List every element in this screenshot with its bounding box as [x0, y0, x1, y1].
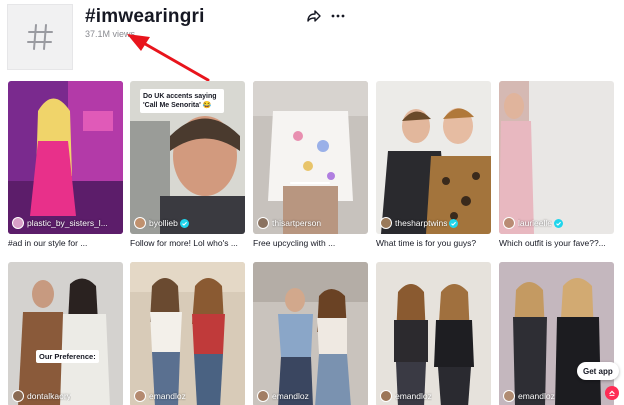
author-name: laurieelle: [518, 218, 553, 228]
video-author[interactable]: emandloz: [380, 390, 432, 402]
video-caption[interactable]: #ad in our style for ...: [8, 238, 123, 248]
avatar: [257, 217, 269, 229]
author-name: emandloz: [149, 391, 186, 401]
author-name: byollieb: [149, 218, 178, 228]
avatar: [380, 390, 392, 402]
video-caption[interactable]: Which outfit is your fave??...: [499, 238, 614, 248]
author-name: emandloz: [395, 391, 432, 401]
share-icon[interactable]: [306, 8, 322, 24]
avatar: [12, 217, 24, 229]
get-app-button[interactable]: Get app: [577, 362, 619, 380]
video-author[interactable]: thesharptwins: [380, 217, 459, 229]
video-card[interactable]: laurieelle Which outfit is your fave??..…: [499, 81, 614, 248]
video-card[interactable]: emandloz: [253, 262, 368, 405]
video-card[interactable]: emandloz: [499, 262, 614, 405]
video-overlay-text: Our Preference:: [36, 350, 99, 363]
author-name: thesharptwins: [395, 218, 448, 228]
video-card[interactable]: thisartperson Free upcycling with ...: [253, 81, 368, 248]
avatar: [134, 390, 146, 402]
video-author[interactable]: emandloz: [257, 390, 309, 402]
video-author[interactable]: laurieelle: [503, 217, 564, 229]
avatar: [503, 390, 515, 402]
video-author[interactable]: byollieb: [134, 217, 189, 229]
view-count: 37.1M views: [85, 29, 136, 39]
verified-badge-icon: [179, 218, 189, 228]
page-title: #imwearingri: [85, 6, 205, 27]
more-options-icon[interactable]: [330, 8, 346, 24]
video-author[interactable]: emandloz: [503, 390, 555, 402]
verified-badge-icon: [449, 218, 459, 228]
avatar: [257, 390, 269, 402]
video-overlay-text: Do UK accents saying 'Call Me Senorita' …: [140, 89, 224, 114]
video-author[interactable]: emandloz: [134, 390, 186, 402]
author-name: emandloz: [272, 391, 309, 401]
video-caption[interactable]: What time is for you guys?: [376, 238, 491, 248]
video-overlay-text: [290, 182, 330, 184]
author-name: thisartperson: [272, 218, 322, 228]
hashtag-icon: [27, 24, 53, 50]
author-name: emandloz: [518, 391, 555, 401]
avatar: [12, 390, 24, 402]
video-caption[interactable]: Free upcycling with ...: [253, 238, 368, 248]
avatar: [134, 217, 146, 229]
video-card[interactable]: Do UK accents saying 'Call Me Senorita' …: [130, 81, 245, 248]
avatar: [380, 217, 392, 229]
author-name: dontalkaory: [27, 391, 71, 401]
verified-badge-icon: [554, 218, 564, 228]
video-card[interactable]: emandloz: [376, 262, 491, 405]
avatar: [503, 217, 515, 229]
video-card[interactable]: emandloz: [130, 262, 245, 405]
hashtag-thumbnail: [7, 4, 73, 70]
video-author[interactable]: dontalkaory: [12, 390, 71, 402]
video-card[interactable]: plastic_by_sisters_l... #ad in our style…: [8, 81, 123, 248]
arrow-up-icon[interactable]: [605, 386, 619, 400]
video-caption[interactable]: Follow for more! Lol who's ...: [130, 238, 245, 248]
author-name: plastic_by_sisters_l...: [27, 218, 108, 228]
video-card[interactable]: thesharptwins What time is for you guys?: [376, 81, 491, 248]
video-author[interactable]: thisartperson: [257, 217, 321, 229]
video-card[interactable]: Our Preference: dontalkaory: [8, 262, 123, 405]
video-author[interactable]: plastic_by_sisters_l...: [12, 217, 108, 229]
